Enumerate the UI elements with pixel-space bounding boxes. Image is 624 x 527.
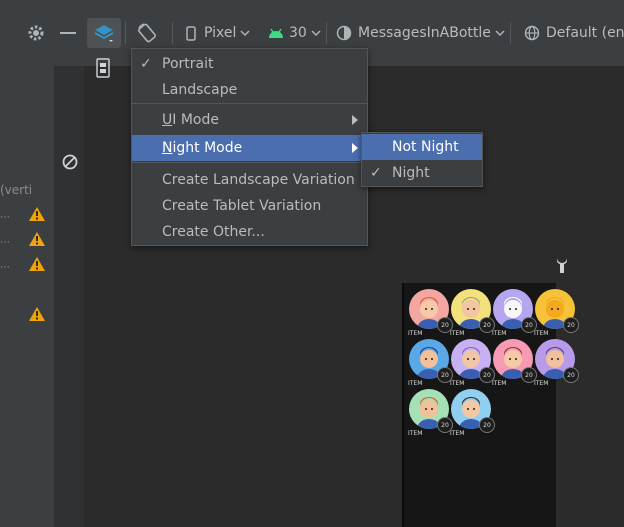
wrench-icon[interactable] (555, 256, 569, 274)
submenu-arrow-icon (352, 143, 358, 153)
avatar-list-item[interactable]: 20 ITEM (449, 287, 495, 337)
android-icon (269, 28, 283, 38)
avatar-list-item[interactable]: 20 ITEM (533, 337, 579, 387)
item-label: ITEM (492, 380, 507, 387)
avatar-list-item[interactable]: 20 ITEM (491, 287, 537, 337)
warning-icon[interactable] (28, 256, 46, 272)
warning-icon[interactable] (28, 306, 46, 322)
menu-item-portrait[interactable]: ✓ Portrait (132, 51, 367, 77)
item-label: ITEM (534, 380, 549, 387)
layers-icon (94, 25, 114, 42)
submenu-item-not-night[interactable]: Not Night (362, 134, 482, 160)
count-badge: 20 (563, 317, 579, 333)
orientation-rotate-icon[interactable] (136, 18, 158, 48)
submenu-item-night[interactable]: ✓ Night (362, 160, 482, 186)
count-badge: 20 (563, 367, 579, 383)
chevron-down-icon (495, 29, 505, 36)
orientation-truncated-label: (verti (0, 183, 33, 197)
menu-item-ui-mode[interactable]: UI Mode (132, 107, 367, 133)
tree-row-dots: ⋯ (0, 237, 10, 248)
avatar-list-item[interactable]: 20 ITEM (491, 337, 537, 387)
orientation-night-mode-menu: ✓ Portrait Landscape UI Mode Night Mode … (131, 48, 368, 246)
side-toolstrip (54, 66, 84, 527)
avatar-list-item[interactable]: 20 ITEM (407, 337, 453, 387)
checkmark-icon: ✓ (370, 165, 382, 181)
phone-preview[interactable]: 20 ITEM 20 ITEM 20 ITEM 20 ITEM 20 ITEM 20 ITEM 20 IT… (402, 283, 579, 527)
api-level-selector[interactable]: 30 (268, 18, 321, 48)
item-label: ITEM (408, 330, 423, 337)
avatar-list-item[interactable]: 20 ITEM (407, 387, 453, 437)
chevron-down-icon (240, 29, 250, 36)
item-label: ITEM (408, 430, 423, 437)
menu-item-create-tablet-variation[interactable]: Create Tablet Variation (132, 193, 367, 219)
device-name: Pixel (204, 25, 237, 41)
item-label: ITEM (534, 330, 549, 337)
avatar-list-item[interactable]: 20 ITEM (449, 337, 495, 387)
item-label: ITEM (450, 330, 465, 337)
theme-name: MessagesInABottle (358, 25, 491, 41)
avatar-list-item[interactable]: 20 ITEM (449, 387, 495, 437)
avatar-list-item[interactable]: 20 ITEM (407, 287, 453, 337)
count-badge: 20 (479, 417, 495, 433)
api-level: 30 (289, 25, 307, 41)
menu-item-create-other[interactable]: Create Other... (132, 219, 367, 245)
night-mode-submenu: Not Night ✓ Night (361, 132, 483, 187)
checkmark-icon: ✓ (140, 56, 152, 72)
item-label: ITEM (492, 330, 507, 337)
item-label: ITEM (408, 380, 423, 387)
component-tree-panel: (verti ⋯ ⋯ ⋯ (0, 66, 54, 527)
item-label: ITEM (450, 430, 465, 437)
globe-icon (524, 25, 540, 41)
minimize-icon[interactable] (60, 18, 76, 48)
warning-icon[interactable] (28, 231, 46, 247)
menu-item-night-mode[interactable]: Night Mode (132, 135, 367, 161)
chevron-down-icon (311, 29, 321, 36)
device-selector[interactable]: Pixel (186, 18, 250, 48)
theme-icon (336, 25, 352, 41)
theme-selector[interactable]: MessagesInABottle (336, 18, 505, 48)
design-surface-layers-button[interactable] (87, 18, 121, 48)
menu-item-landscape[interactable]: Landscape (132, 77, 367, 103)
settings-gear-icon[interactable] (27, 18, 45, 48)
submenu-arrow-icon (352, 115, 358, 125)
no-entry-icon[interactable] (62, 154, 78, 170)
locale-selector[interactable]: Default (en- (524, 18, 624, 48)
device-frame-icon[interactable] (96, 58, 110, 78)
tree-row-dots: ⋯ (0, 262, 10, 273)
menu-item-create-landscape-variation[interactable]: Create Landscape Variation (132, 167, 367, 193)
phone-icon (186, 25, 196, 41)
item-label: ITEM (450, 380, 465, 387)
avatar-list-item[interactable]: 20 ITEM (533, 287, 579, 337)
tree-row-dots: ⋯ (0, 212, 10, 223)
locale-name: Default (en- (546, 25, 624, 41)
warning-icon[interactable] (28, 206, 46, 222)
